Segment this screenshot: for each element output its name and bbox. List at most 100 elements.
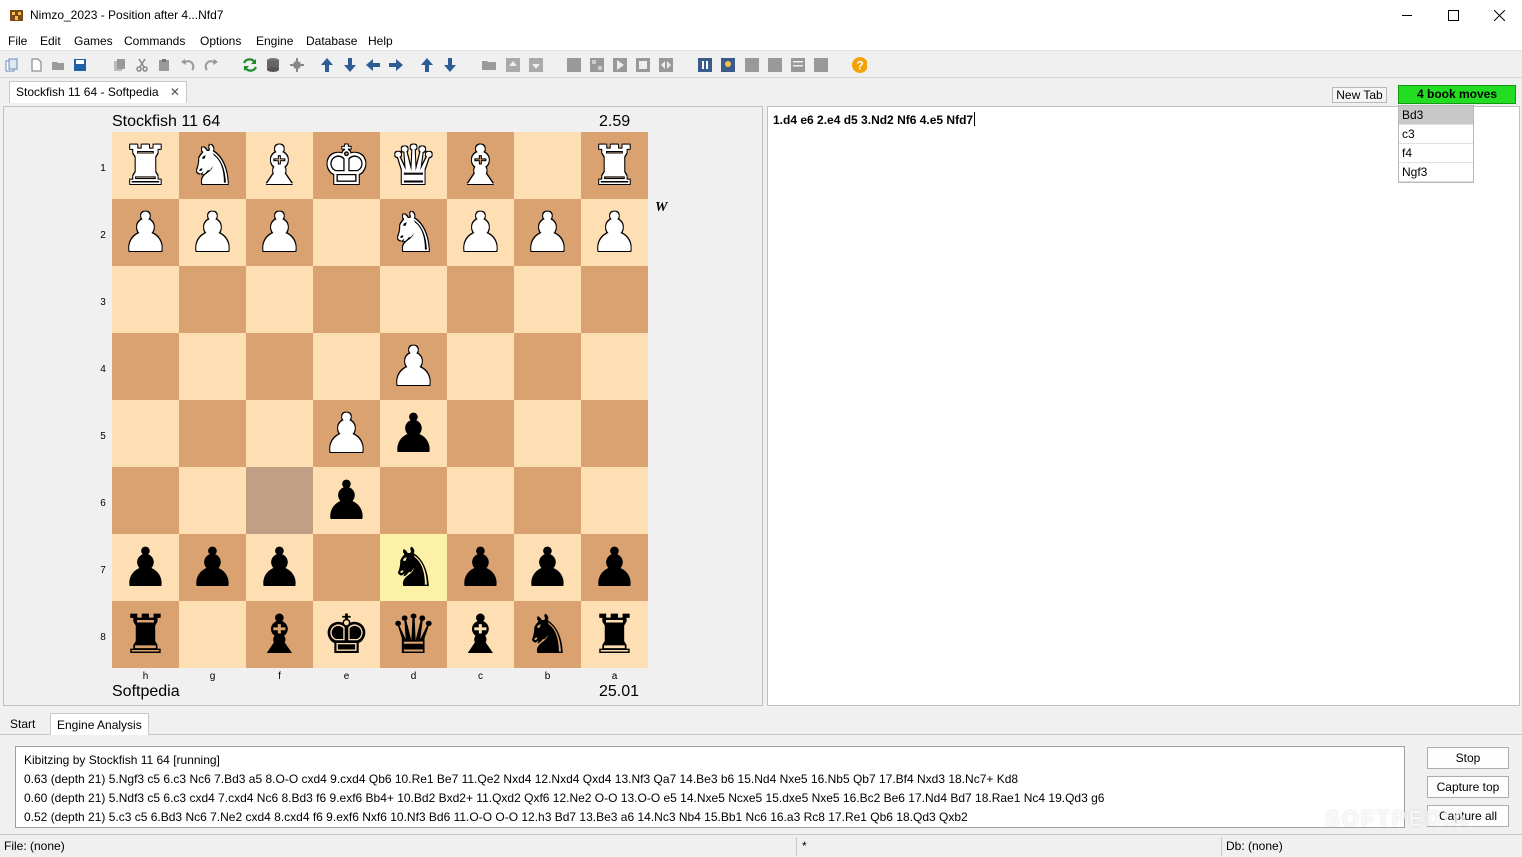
black-pawn-icon[interactable]: ♟ bbox=[121, 540, 169, 595]
menu-options[interactable]: Options bbox=[200, 33, 241, 49]
white-bishop-icon[interactable]: ♝ bbox=[255, 138, 303, 193]
board-square[interactable] bbox=[313, 199, 380, 266]
board-square[interactable]: ♚ bbox=[313, 601, 380, 668]
black-pawn-icon[interactable]: ♟ bbox=[255, 540, 303, 595]
arrow-down-icon[interactable] bbox=[442, 57, 458, 73]
play-icon[interactable] bbox=[612, 57, 628, 73]
capture-top-button[interactable]: Capture top bbox=[1427, 776, 1509, 798]
board-square[interactable] bbox=[447, 266, 514, 333]
board-square[interactable] bbox=[380, 467, 447, 534]
black-knight-icon[interactable]: ♞ bbox=[389, 540, 437, 595]
menu-edit[interactable]: Edit bbox=[40, 33, 61, 49]
board-square[interactable]: ♟ bbox=[447, 199, 514, 266]
board-square[interactable] bbox=[447, 467, 514, 534]
board-square[interactable]: ♟ bbox=[179, 534, 246, 601]
minimize-button[interactable] bbox=[1384, 0, 1430, 31]
menu-engine[interactable]: Engine bbox=[256, 33, 293, 49]
board-square[interactable]: ♟ bbox=[313, 467, 380, 534]
menu-file[interactable]: File bbox=[8, 33, 27, 49]
menu-games[interactable]: Games bbox=[74, 33, 113, 49]
tab-engine-analysis[interactable]: Engine Analysis bbox=[50, 713, 149, 735]
board-square[interactable]: ♛ bbox=[380, 601, 447, 668]
undo-icon[interactable] bbox=[180, 57, 196, 73]
tab-stockfish-softpedia[interactable]: Stockfish 11 64 - Softpedia ✕ bbox=[9, 81, 187, 103]
book-move-item[interactable]: Bd3 bbox=[1399, 106, 1473, 125]
board-square[interactable] bbox=[514, 333, 581, 400]
square-icon[interactable] bbox=[744, 57, 760, 73]
board-square[interactable]: ♟ bbox=[313, 400, 380, 467]
book-moves-button[interactable]: 4 book moves bbox=[1398, 85, 1516, 104]
board-square[interactable] bbox=[112, 400, 179, 467]
white-pawn-icon[interactable]: ♟ bbox=[590, 205, 638, 260]
black-pawn-icon[interactable]: ♟ bbox=[389, 406, 437, 461]
board-square[interactable] bbox=[313, 333, 380, 400]
board-square[interactable]: ♝ bbox=[447, 132, 514, 199]
help-icon[interactable]: ? bbox=[851, 57, 867, 73]
board-square[interactable] bbox=[112, 333, 179, 400]
board-square[interactable]: ♝ bbox=[246, 601, 313, 668]
image-icon[interactable] bbox=[720, 57, 736, 73]
board-square[interactable] bbox=[246, 400, 313, 467]
white-knight-icon[interactable]: ♞ bbox=[389, 205, 437, 260]
black-pawn-icon[interactable]: ♟ bbox=[456, 540, 504, 595]
board-square[interactable]: ♜ bbox=[112, 132, 179, 199]
board-square[interactable]: ♟ bbox=[581, 534, 648, 601]
board-square[interactable] bbox=[581, 467, 648, 534]
arrow-down-icon[interactable] bbox=[342, 57, 358, 73]
square-icon[interactable] bbox=[813, 57, 829, 73]
stop-button[interactable]: Stop bbox=[1427, 747, 1509, 769]
black-pawn-icon[interactable]: ♟ bbox=[523, 540, 571, 595]
white-pawn-icon[interactable]: ♟ bbox=[255, 205, 303, 260]
white-rook-icon[interactable]: ♜ bbox=[121, 138, 169, 193]
board-square[interactable] bbox=[179, 333, 246, 400]
white-pawn-icon[interactable]: ♟ bbox=[523, 205, 571, 260]
board-square[interactable]: ♟ bbox=[246, 534, 313, 601]
board-square[interactable]: ♝ bbox=[246, 132, 313, 199]
refresh-icon[interactable] bbox=[242, 57, 258, 73]
black-knight-icon[interactable]: ♞ bbox=[523, 607, 571, 662]
board-square[interactable]: ♞ bbox=[179, 132, 246, 199]
notation-panel[interactable] bbox=[767, 106, 1520, 706]
board-square[interactable]: ♚ bbox=[313, 132, 380, 199]
black-queen-icon[interactable]: ♛ bbox=[389, 607, 437, 662]
stop-square-icon[interactable] bbox=[635, 57, 651, 73]
black-king-icon[interactable]: ♚ bbox=[322, 607, 370, 662]
board-square[interactable]: ♛ bbox=[380, 132, 447, 199]
board-square[interactable] bbox=[514, 132, 581, 199]
board-square[interactable]: ♞ bbox=[514, 601, 581, 668]
menu-help[interactable]: Help bbox=[368, 33, 393, 49]
flip-icon[interactable] bbox=[658, 57, 674, 73]
board-square[interactable]: ♟ bbox=[112, 199, 179, 266]
new-tab-button[interactable]: New Tab bbox=[1332, 87, 1387, 103]
board-square[interactable]: ♟ bbox=[246, 199, 313, 266]
white-pawn-icon[interactable]: ♟ bbox=[456, 205, 504, 260]
board-icon[interactable] bbox=[589, 57, 605, 73]
board-square[interactable]: ♟ bbox=[179, 199, 246, 266]
white-rook-icon[interactable]: ♜ bbox=[590, 138, 638, 193]
down-level-icon[interactable] bbox=[528, 57, 544, 73]
stop-icon[interactable] bbox=[566, 57, 582, 73]
board-square[interactable] bbox=[179, 400, 246, 467]
new-file-icon[interactable] bbox=[28, 57, 44, 73]
arrow-up-icon[interactable] bbox=[419, 57, 435, 73]
board-square[interactable]: ♟ bbox=[447, 534, 514, 601]
folder-icon[interactable] bbox=[481, 57, 497, 73]
board-square[interactable]: ♟ bbox=[112, 534, 179, 601]
up-level-icon[interactable] bbox=[505, 57, 521, 73]
pause-icon[interactable] bbox=[697, 57, 713, 73]
engine-analysis-output[interactable]: Kibitzing by Stockfish 11 64 [running] 0… bbox=[15, 746, 1405, 828]
board-square[interactable]: ♟ bbox=[380, 400, 447, 467]
board-square[interactable] bbox=[514, 266, 581, 333]
white-bishop-icon[interactable]: ♝ bbox=[456, 138, 504, 193]
copy-icon[interactable] bbox=[112, 57, 128, 73]
tab-close-icon[interactable]: ✕ bbox=[170, 85, 180, 99]
board-square[interactable]: ♜ bbox=[112, 601, 179, 668]
black-pawn-icon[interactable]: ♟ bbox=[322, 473, 370, 528]
black-rook-icon[interactable]: ♜ bbox=[121, 607, 169, 662]
board-square[interactable] bbox=[112, 266, 179, 333]
board-square[interactable] bbox=[313, 266, 380, 333]
white-king-icon[interactable]: ♚ bbox=[322, 138, 370, 193]
white-pawn-icon[interactable]: ♟ bbox=[121, 205, 169, 260]
arrow-up-icon[interactable] bbox=[319, 57, 335, 73]
board-square[interactable] bbox=[581, 266, 648, 333]
